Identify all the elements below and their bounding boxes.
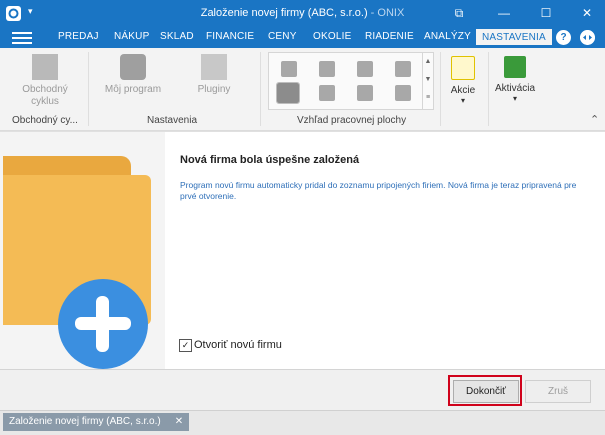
actions-icon: [451, 56, 475, 80]
gear-icon: [120, 54, 146, 80]
akcie-dropdown-icon: ▾: [460, 96, 465, 105]
title-bar: ▾ Založenie novej firmy (ABC, s.r.o.) - …: [0, 0, 605, 27]
window-title: Založenie novej firmy (ABC, s.r.o.) - ON…: [0, 7, 605, 19]
restore-ribbon-button[interactable]: ⧉: [450, 4, 468, 22]
group-label-vzhlad: Vzhľad pracovnej plochy: [297, 115, 407, 126]
window-title-text: Založenie novej firmy (ABC, s.r.o.): [200, 7, 368, 19]
sync-arrows-icon[interactable]: [580, 30, 595, 45]
theme-icon[interactable]: [395, 61, 411, 77]
ribbon-separator: [440, 52, 441, 126]
obchodny-cyklus-button[interactable]: Obchodný cyklus: [14, 54, 76, 108]
puzzle-icon: [201, 54, 227, 80]
wizard-illustration: [0, 132, 165, 370]
gallery-scroll-down-icon[interactable]: ▼: [423, 71, 433, 89]
collapse-ribbon-icon[interactable]: ⌃: [590, 113, 599, 126]
theme-icon-selected[interactable]: [276, 82, 300, 104]
open-company-checkbox[interactable]: ✓: [179, 339, 192, 352]
maximize-button[interactable]: ☐: [537, 4, 555, 22]
plus-icon-vertical: [96, 296, 109, 352]
ribbon: Obchodný cyklus Môj program Pluginy ▲ ▼ …: [0, 48, 605, 131]
help-icon[interactable]: ?: [556, 30, 571, 45]
wizard-panel: Nová firma bola úspešne založená Program…: [0, 131, 605, 370]
key-icon: [504, 56, 526, 78]
pluginy-label: Pluginy: [197, 84, 231, 95]
tab-ceny[interactable]: CENY: [268, 31, 297, 42]
theme-icon[interactable]: [281, 61, 297, 77]
ribbon-separator: [88, 52, 89, 126]
workflow-icon: [32, 54, 58, 80]
theme-icon[interactable]: [319, 61, 335, 77]
group-label-obchodny-cyklus: Obchodný cy...: [12, 115, 78, 126]
success-description: Program novú firmu automaticky pridal do…: [180, 180, 577, 201]
gallery-expand-icon[interactable]: ≡: [423, 89, 433, 107]
tab-okolie[interactable]: OKOLIE: [313, 31, 351, 42]
moj-program-button[interactable]: Môj program: [100, 54, 166, 96]
aktivacia-button[interactable]: Aktivácia ▾: [494, 56, 536, 103]
aktivacia-dropdown-icon: ▾: [512, 94, 517, 103]
moj-program-label: Môj program: [104, 84, 162, 95]
theme-gallery[interactable]: ▲ ▼ ≡: [268, 52, 434, 110]
group-label-nastavenia: Nastavenia: [147, 115, 198, 126]
theme-icon[interactable]: [395, 85, 411, 101]
cancel-button[interactable]: Zruš: [525, 380, 591, 403]
ribbon-separator: [260, 52, 261, 126]
tab-analyzy[interactable]: ANALÝZY: [424, 31, 471, 42]
akcie-button[interactable]: Akcie ▾: [447, 56, 479, 105]
menu-bar: PREDAJ NÁKUP SKLAD FINANCIE CENY OKOLIE …: [0, 27, 605, 48]
tab-riadenie[interactable]: RIADENIE: [365, 31, 414, 42]
success-heading: Nová firma bola úspešne založená: [180, 154, 360, 166]
pluginy-button[interactable]: Pluginy: [184, 54, 244, 96]
open-company-label[interactable]: Otvoriť novú firmu: [194, 339, 282, 351]
document-tab[interactable]: Založenie novej firmy (ABC, s.r.o.): [3, 413, 189, 431]
tab-nastavenia[interactable]: NASTAVENIA: [476, 29, 552, 45]
window-title-app: - ONIX: [367, 7, 405, 19]
tab-financie[interactable]: FINANCIE: [206, 31, 254, 42]
tab-sklad[interactable]: SKLAD: [160, 31, 194, 42]
obchodny-cyklus-label: Obchodný cyklus: [22, 84, 68, 107]
gallery-scroll-up-icon[interactable]: ▲: [423, 53, 433, 71]
finish-button[interactable]: Dokončiť: [453, 380, 519, 403]
tab-predaj[interactable]: PREDAJ: [58, 31, 99, 42]
gallery-scrollbar[interactable]: ▲ ▼ ≡: [422, 53, 433, 109]
tab-nakup[interactable]: NÁKUP: [114, 31, 149, 42]
hamburger-menu-icon[interactable]: [12, 32, 32, 44]
close-tab-icon[interactable]: ✕: [172, 413, 186, 431]
minimize-button[interactable]: —: [495, 4, 513, 22]
close-window-button[interactable]: ✕: [578, 4, 596, 22]
theme-icon[interactable]: [357, 85, 373, 101]
ribbon-separator: [488, 52, 489, 126]
theme-icon[interactable]: [357, 61, 373, 77]
akcie-label: Akcie: [450, 85, 476, 96]
aktivacia-label: Aktivácia: [494, 83, 535, 94]
theme-icon[interactable]: [319, 85, 335, 101]
